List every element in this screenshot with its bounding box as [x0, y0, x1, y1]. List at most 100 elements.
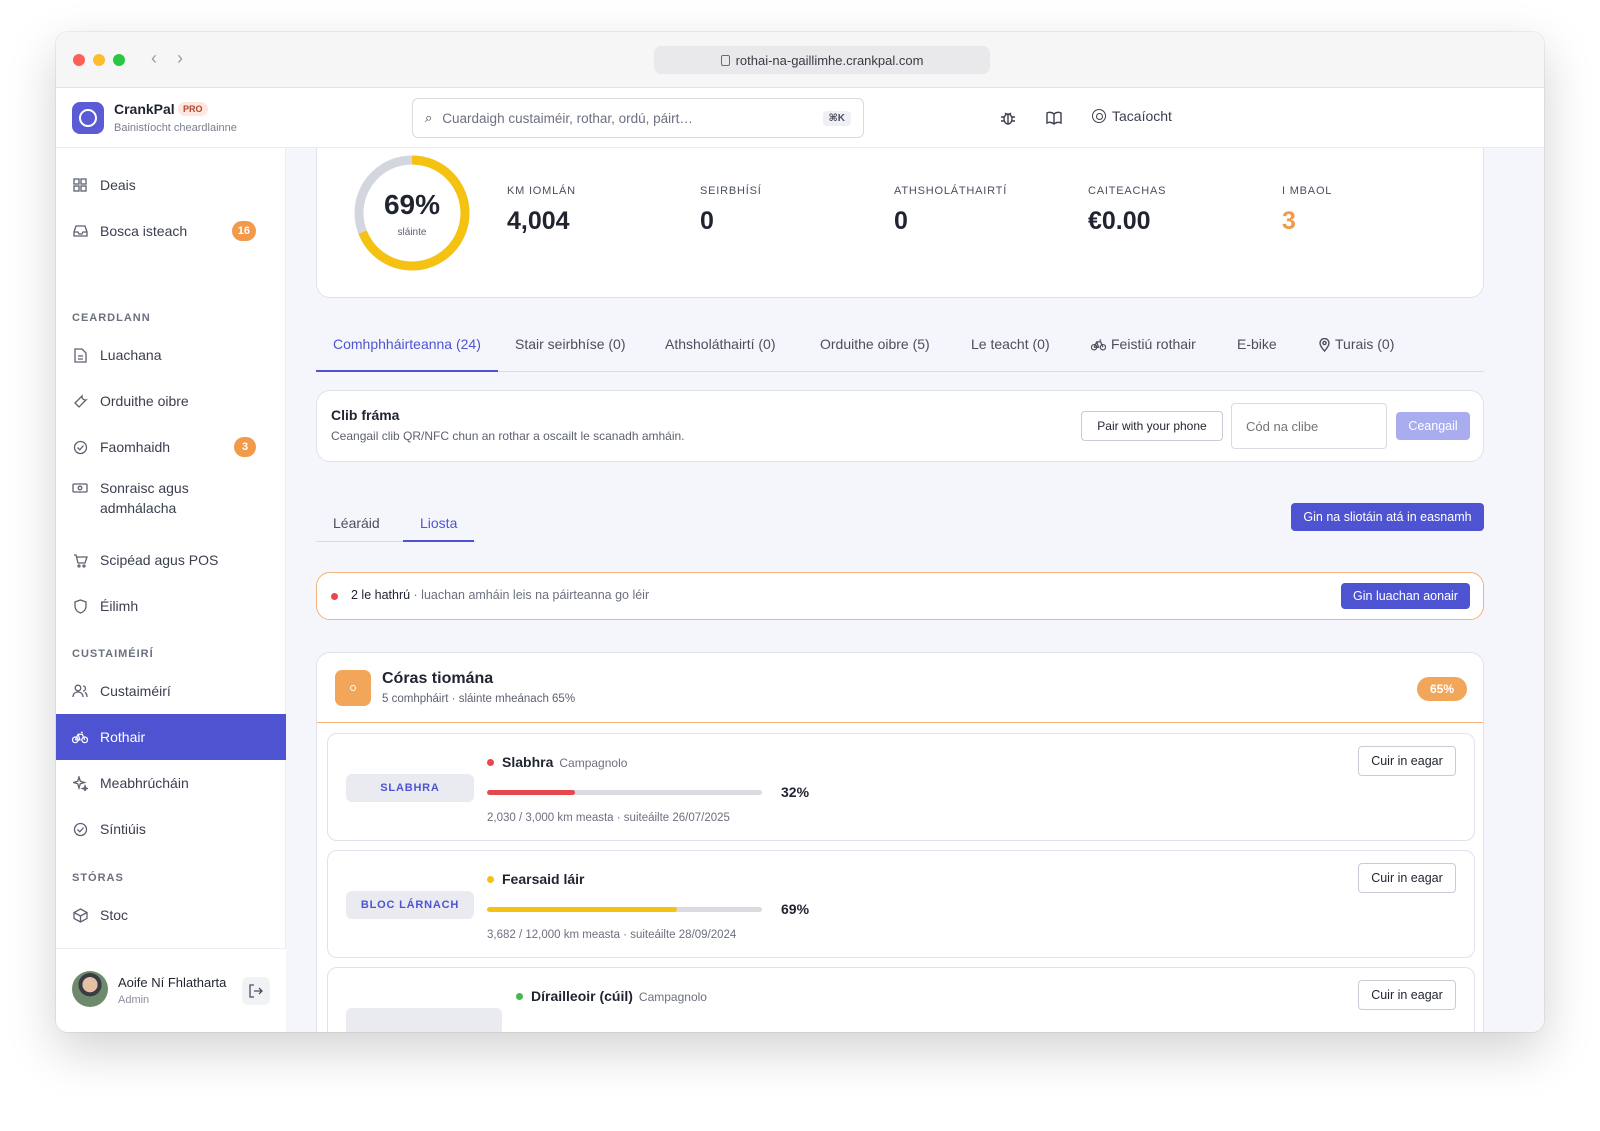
- tab-bike-fit[interactable]: Feistiú rothair: [1091, 336, 1196, 372]
- logout-button[interactable]: [242, 977, 270, 1005]
- component-meta: 2,030 / 3,000 km measta · suiteáilte 26/…: [487, 812, 730, 824]
- sidebar-item-bikes[interactable]: Rothair: [56, 714, 286, 760]
- connect-tag-button[interactable]: Ceangail: [1396, 412, 1470, 440]
- sidebar-item-label: Custaiméirí: [100, 683, 171, 699]
- stat-value: 3: [1282, 207, 1296, 235]
- tab-label: Le teacht (0): [971, 336, 1050, 352]
- stat-label: KM IOMLÁN: [507, 185, 576, 197]
- zoom-window-button[interactable]: [113, 54, 125, 66]
- sidebar-item-label: Stoc: [100, 907, 129, 923]
- component-slot-tag: BLOC LÁRNACH: [346, 891, 474, 919]
- component-meta: 3,682 / 12,000 km measta · suiteáilte 28…: [487, 929, 737, 941]
- bike-icon: [1091, 339, 1106, 351]
- logout-icon: [249, 984, 263, 998]
- tab-label: Feistiú rothair: [1111, 336, 1196, 352]
- component-group-drivetrain: Córas tiomána 5 comhpháirt · sláinte mhe…: [316, 652, 1484, 1032]
- tab-work-orders[interactable]: Orduithe oibre (5): [820, 336, 930, 372]
- docs-book-icon[interactable]: [1044, 108, 1064, 128]
- component-health-percent: 69%: [781, 901, 810, 917]
- document-icon: [72, 347, 88, 363]
- avatar[interactable]: [72, 971, 108, 1007]
- tab-e-bike[interactable]: E-bike: [1237, 336, 1277, 372]
- frame-tag-description: Ceangail clib QR/NFC chun an rothar a os…: [331, 429, 685, 443]
- sidebar: Deais Bosca isteach 16 CEARDLANN Luachan…: [56, 148, 286, 1032]
- tab-replacements[interactable]: Athsholáthairtí (0): [665, 336, 776, 372]
- money-icon: [72, 480, 88, 496]
- bike-tabs: Comhphháirteanna (24) Stair seirbhíse (0…: [316, 328, 1484, 372]
- inbox-count-badge: 16: [231, 221, 256, 241]
- component-slot-tag: [346, 1008, 502, 1032]
- sidebar-item-label: Deais: [100, 177, 136, 193]
- user-name: Aoife Ní Fhlatharta: [118, 975, 227, 990]
- sidebar-item-approvals[interactable]: Faomhaidh 3: [56, 424, 286, 470]
- component-status-dot: [487, 759, 494, 766]
- wrench-icon: [72, 393, 88, 409]
- user-role: Admin: [118, 994, 150, 1006]
- alert-text: 2 le hathrú · luachan amháin leis na pái…: [351, 588, 649, 602]
- health-gauge-value: 69%: [383, 189, 441, 220]
- edit-component-button[interactable]: Cuir in eagar: [1358, 980, 1456, 1010]
- tab-diagram-view[interactable]: Léaráid: [333, 515, 380, 542]
- search-placeholder: Cuardaigh custaiméir, rothar, ordú, páir…: [442, 110, 693, 126]
- sidebar-item-label: Rothair: [100, 729, 146, 745]
- tag-code-input[interactable]: [1231, 403, 1387, 449]
- sidebar-item-work-orders[interactable]: Orduithe oibre: [56, 378, 286, 424]
- component-group-subtitle: 5 comhpháirt · sláinte mheánach 65%: [382, 693, 576, 705]
- sidebar-item-dashboard[interactable]: Deais: [56, 162, 286, 208]
- search-shortcut-badge: ⌘K: [822, 110, 851, 126]
- alert-detail: · luachan amháin leis na páirteanna go l…: [410, 588, 650, 602]
- close-window-button[interactable]: [73, 54, 85, 66]
- sidebar-item-claims[interactable]: Éilimh: [56, 583, 286, 629]
- tab-list-view[interactable]: Liosta: [403, 515, 475, 542]
- stat-label: ATHSHOLÁTHAIRTÍ: [894, 185, 1008, 197]
- sidebar-item-label: Éilimh: [100, 598, 139, 614]
- stat-spending: CAITEACHAS €0.00: [1088, 185, 1166, 236]
- sidebar-item-quotes[interactable]: Luachana: [56, 332, 286, 378]
- address-bar[interactable]: rothai-na-gaillimhe.crankpal.com: [654, 46, 990, 74]
- sidebar-item-subscriptions[interactable]: Síntiúis: [56, 806, 286, 852]
- tab-components[interactable]: Comhphháirteanna (24): [316, 336, 498, 372]
- sidebar-item-checkout-pos[interactable]: Scipéad agus POS: [56, 537, 286, 583]
- bug-report-icon[interactable]: [998, 108, 1018, 128]
- plan-badge: PRO: [178, 102, 208, 116]
- sidebar-item-label: Scipéad agus POS: [100, 552, 219, 568]
- tab-upcoming[interactable]: Le teacht (0): [971, 336, 1050, 372]
- component-name-text: Slabhra: [502, 754, 554, 770]
- sidebar-item-customers[interactable]: Custaiméirí: [56, 668, 286, 714]
- tab-label: Stair seirbhíse (0): [515, 336, 626, 352]
- generate-missing-slots-button[interactable]: Gin na sliotáin atá in easnamh: [1291, 503, 1484, 531]
- back-arrow-icon[interactable]: ‹: [144, 48, 164, 69]
- shield-icon: [72, 598, 88, 614]
- tab-rides[interactable]: Turais (0): [1319, 336, 1394, 372]
- sidebar-item-invoices[interactable]: Sonraisc agus admhálacha: [56, 470, 286, 536]
- pair-phone-button[interactable]: Pair with your phone: [1081, 411, 1223, 441]
- tab-label: Comhphháirteanna (24): [333, 336, 481, 352]
- edit-component-button[interactable]: Cuir in eagar: [1358, 746, 1456, 776]
- frame-tag-title: Clib fráma: [331, 407, 400, 423]
- sidebar-item-inbox[interactable]: Bosca isteach 16: [56, 208, 286, 254]
- minimize-window-button[interactable]: [93, 54, 105, 66]
- bike-icon: [72, 729, 88, 745]
- crankpal-logo-icon[interactable]: [72, 102, 104, 134]
- forward-arrow-icon[interactable]: ›: [170, 48, 190, 69]
- component-row: BLOC LÁRNACH Fearsaid láir 69% 3,682 / 1…: [327, 850, 1475, 958]
- users-icon: [72, 683, 88, 699]
- main-content: 69% sláinte KM IOMLÁN 4,004 SEIRBHÍSÍ 0 …: [286, 148, 1544, 1032]
- stat-total-km: KM IOMLÁN 4,004: [507, 185, 576, 236]
- sidebar-item-label: Bosca isteach: [100, 223, 188, 239]
- component-group-header[interactable]: Córas tiomána 5 comhpháirt · sláinte mhe…: [317, 653, 1483, 723]
- check-circle-icon: [72, 821, 88, 837]
- generate-single-quote-button[interactable]: Gin luachan aonair: [1341, 583, 1470, 609]
- stat-services: SEIRBHÍSÍ 0: [700, 185, 762, 236]
- global-search-input[interactable]: ⌕ Cuardaigh custaiméir, rothar, ordú, pá…: [412, 98, 864, 138]
- cart-icon: [72, 552, 88, 568]
- support-link[interactable]: Tacaíocht: [1092, 108, 1172, 124]
- tab-label: Turais (0): [1335, 336, 1395, 352]
- tab-service-history[interactable]: Stair seirbhíse (0): [515, 336, 625, 372]
- sidebar-item-stock[interactable]: Stoc: [56, 892, 286, 938]
- section-label-customers: CUSTAIMÉIRÍ: [72, 648, 154, 660]
- app-header: CrankPal PRO Bainistíocht cheardlainne ⌕…: [56, 88, 1544, 148]
- sidebar-item-reminders[interactable]: Meabhrúcháin: [56, 760, 286, 806]
- edit-component-button[interactable]: Cuir in eagar: [1358, 863, 1456, 893]
- component-group-health-badge: 65%: [1417, 677, 1467, 701]
